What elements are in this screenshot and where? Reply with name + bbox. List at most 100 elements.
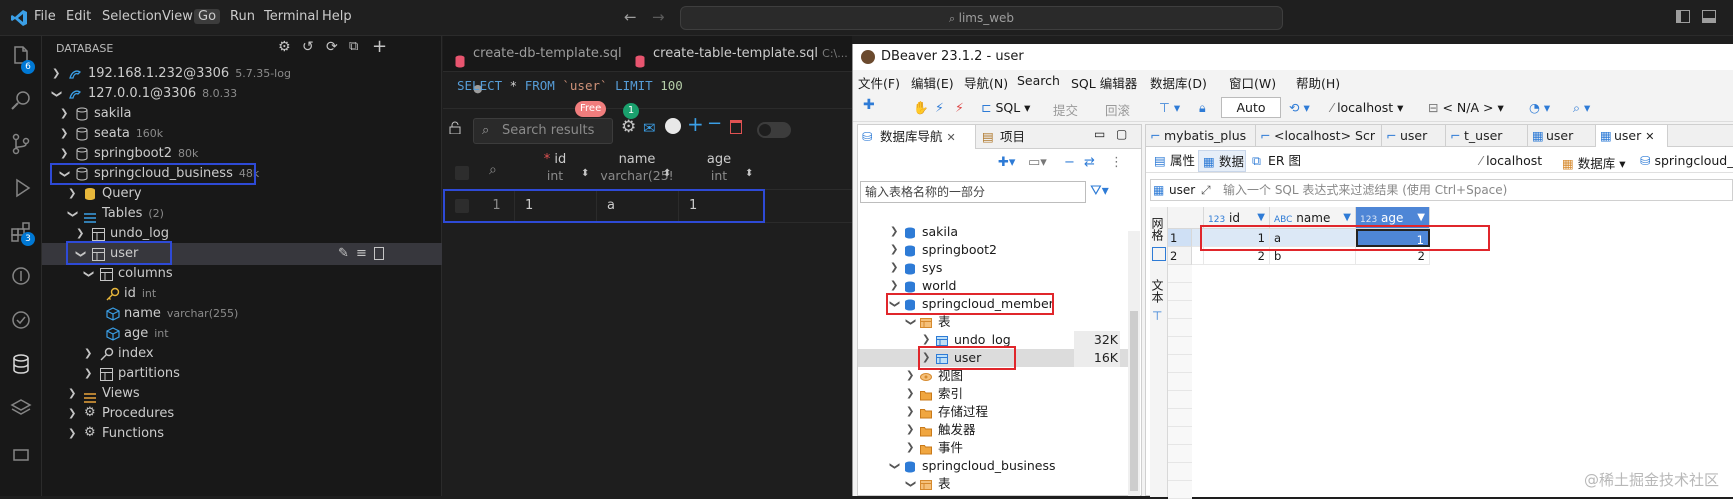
tree-columns[interactable]: ❯ columns <box>42 263 442 285</box>
add-connection-icon[interactable]: + <box>372 36 387 57</box>
sql-statement[interactable]: SELECT * FROM `user` LIMIT 100 <box>457 78 683 93</box>
commit-mode-input[interactable]: Auto <box>1221 97 1281 118</box>
search-icon[interactable] <box>9 88 33 112</box>
testing-icon[interactable] <box>9 308 33 332</box>
tree-views[interactable]: ❯ Views <box>42 383 442 405</box>
forward-arrow-icon[interactable]: → <box>652 8 665 26</box>
nav-table-undo-log[interactable]: ❯undo_log32K <box>858 331 1128 349</box>
nav-procedures-folder[interactable]: ❯存储过程 <box>858 403 1128 421</box>
tree-connection-192[interactable]: ❯ 192.168.1.232@33065.7.35-log <box>42 63 442 85</box>
transaction-mode-icon[interactable]: ⊤ ▾ <box>1159 100 1180 115</box>
tree-tables[interactable]: ❯ Tables(2) <box>42 203 442 225</box>
tab-localhost-script[interactable]: ⌐<localhost> Scr <box>1256 125 1382 147</box>
navigator-filter-input[interactable]: 输入表格名称的一部分 <box>860 181 1086 203</box>
tab-user-1[interactable]: ⌐user <box>1382 125 1446 147</box>
tree-procedures[interactable]: ❯ ⚙ Procedures <box>42 403 442 425</box>
active-schema[interactable]: ⊟ < N/A > ▾ <box>1428 100 1504 115</box>
table-row[interactable]: 1 1 a 1 <box>443 189 852 223</box>
connect-icon[interactable]: ⚡ <box>935 100 944 115</box>
new-connection-icon[interactable]: ✚ <box>863 97 875 113</box>
new-connection-icon[interactable]: ✚▾ <box>998 155 1015 170</box>
editor-active-catalog[interactable]: ▦ 数据库 ▾ <box>1562 153 1626 172</box>
row-checkbox[interactable] <box>455 199 469 213</box>
db-menu-help[interactable]: 帮助(H) <box>1296 73 1340 92</box>
tree-index[interactable]: ❯ index <box>42 343 442 365</box>
tab-user-2[interactable]: ▦user <box>1528 125 1596 147</box>
run-debug-icon[interactable] <box>9 176 33 200</box>
tab-data[interactable]: ▦数据 <box>1198 150 1246 172</box>
menu-go[interactable]: Go <box>194 9 220 24</box>
menu-help[interactable]: Help <box>318 9 356 24</box>
minus-row-icon[interactable]: − <box>707 113 722 134</box>
grid-column-age[interactable]: 123 age▼ <box>1356 207 1430 229</box>
cell-id[interactable]: 1 <box>515 190 597 222</box>
nav-db-sakila[interactable]: ❯sakila <box>858 223 1128 241</box>
grid-column-id[interactable]: 123 id▼ <box>1204 207 1270 229</box>
search-results-input[interactable]: ⌕ Search results <box>473 118 613 144</box>
tab-create-table-template[interactable]: create-table-template.sql C:\... <box>623 36 852 71</box>
add-row-icon[interactable]: + <box>687 112 704 136</box>
db-menu-file[interactable]: 文件(F) <box>858 73 900 92</box>
menu-selection[interactable]: Selection <box>98 9 166 24</box>
db-menu-window[interactable]: 窗口(W) <box>1229 73 1276 92</box>
maximize-icon[interactable]: ▢ <box>1116 127 1127 141</box>
docker-icon[interactable] <box>9 440 33 464</box>
active-datasource[interactable]: ⁄ localhost ▾ <box>1331 100 1403 115</box>
cell-age[interactable]: 1 <box>1356 229 1430 247</box>
collapse-all-icon[interactable]: ⧉ <box>349 39 358 54</box>
sort-arrow-icon[interactable]: ▼ <box>1257 207 1265 229</box>
history-icon[interactable]: ↺ <box>302 39 314 55</box>
menu-terminal[interactable]: Terminal <box>260 9 323 24</box>
nav-events-folder[interactable]: ❯事件 <box>858 439 1128 457</box>
tree-column-age[interactable]: ageint <box>42 323 442 345</box>
tab-create-db-template[interactable]: create-db-template.sql ● <box>443 36 623 71</box>
nav-views-folder[interactable]: ❯视图 <box>858 367 1128 385</box>
sort-icon[interactable]: ⬍ <box>745 168 753 179</box>
select-all-checkbox[interactable] <box>455 166 469 180</box>
db-menu-database[interactable]: 数据库(D) <box>1150 73 1207 92</box>
dashboard-icon[interactable]: ◔ ▾ <box>1529 100 1550 115</box>
nav-db-springcloud-business[interactable]: ❯springcloud_business <box>858 457 1128 475</box>
menu-view[interactable]: View <box>158 9 197 24</box>
filter-bar[interactable]: ▦ user ⤢ 输入一个 SQL 表达式来过滤结果 (使用 Ctrl+Spac… <box>1150 179 1733 201</box>
remote-explorer-icon[interactable] <box>9 264 33 288</box>
cell-name[interactable]: b <box>1270 247 1356 265</box>
minimize-icon[interactable]: ▭ <box>1094 127 1105 141</box>
command-center-search[interactable]: ⌕ lims_web <box>680 6 1283 30</box>
edit-pencil-icon[interactable]: ✎ <box>338 243 349 265</box>
cell-age[interactable]: 1 <box>679 190 761 222</box>
db-menu-navigate[interactable]: 导航(N) <box>964 73 1008 92</box>
cell-id[interactable]: 2 <box>1204 247 1270 265</box>
tab-er-diagram[interactable]: ⧉ER 图 <box>1248 150 1304 172</box>
cell-name[interactable]: a <box>597 190 679 222</box>
db-menu-sql-editor[interactable]: SQL 编辑器 <box>1071 73 1137 92</box>
menu-edit[interactable]: Edit <box>62 9 95 24</box>
tree-db-sakila[interactable]: ❯ sakila <box>42 103 442 125</box>
db-menu-search[interactable]: Search <box>1017 73 1060 88</box>
tab-mybatis-plus[interactable]: ⌐mybatis_plus <box>1146 125 1256 147</box>
cell-name[interactable]: a <box>1270 229 1356 247</box>
grid-column-name[interactable]: ABC name▼ <box>1270 207 1356 229</box>
nav-table-user[interactable]: ❯user16K <box>858 349 1128 367</box>
toggle-panel-icon[interactable] <box>1702 10 1716 23</box>
row-number[interactable]: 2 <box>1168 247 1192 265</box>
close-icon[interactable]: ✕ <box>1645 130 1654 143</box>
mail-icon[interactable]: ✉ <box>643 119 656 137</box>
sort-arrow-icon[interactable]: ▼ <box>1417 207 1425 229</box>
navigator-scrollbar[interactable] <box>1128 231 1140 496</box>
scrollbar-thumb[interactable] <box>1130 311 1138 491</box>
filter-funnel-icon[interactable]: ⛛▾ <box>1090 183 1109 199</box>
history-icon[interactable]: ⟲ ▾ <box>1289 100 1310 115</box>
search-icon[interactable]: ⌕ ▾ <box>1573 100 1590 116</box>
invalidate-icon[interactable]: ⚡ <box>955 100 964 115</box>
cell-age[interactable]: 2 <box>1356 247 1430 265</box>
tree-partitions[interactable]: ❯ partitions <box>42 363 442 385</box>
settings-gear-icon[interactable]: ⚙ <box>278 39 291 55</box>
source-control-icon[interactable] <box>9 132 33 156</box>
menu-run[interactable]: Run <box>226 9 259 24</box>
link-editor-icon[interactable]: ⇄ <box>1084 155 1095 170</box>
db-menu-edit[interactable]: 编辑(E) <box>911 73 954 92</box>
rollback-button[interactable]: 回滚 <box>1105 100 1130 119</box>
editor-active-datasource[interactable]: ⁄ localhost <box>1480 153 1542 168</box>
editor-active-schema[interactable]: ⛁ springcloud_... <box>1640 153 1733 168</box>
